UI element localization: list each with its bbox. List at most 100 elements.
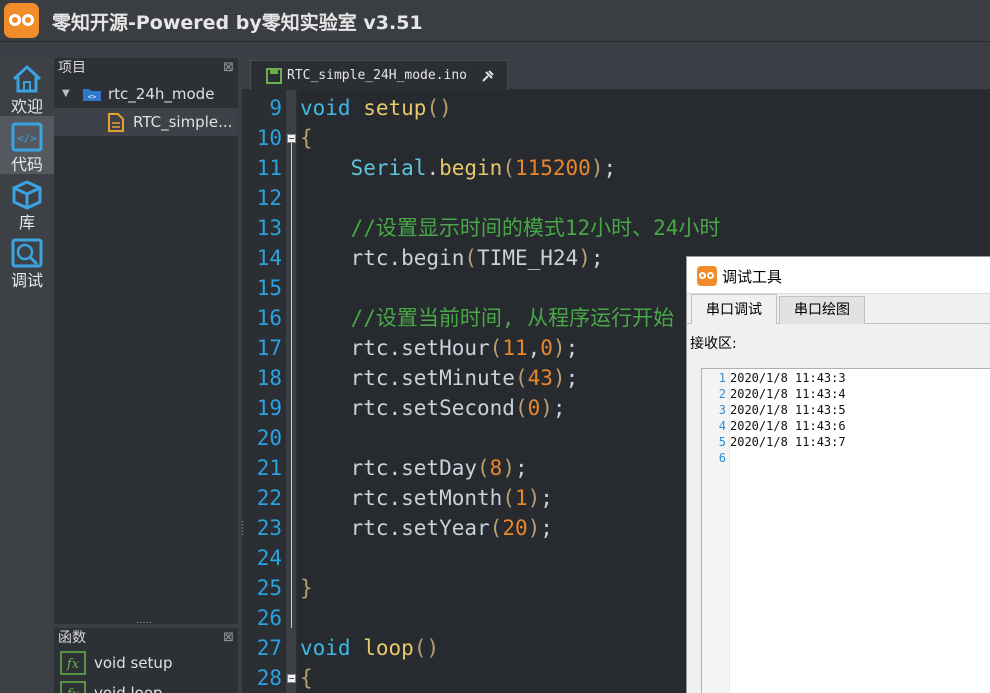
receive-line-text: 2020/1/8 11:43:3 — [730, 371, 846, 385]
code-text: rtc.setHour(11,0); — [350, 336, 579, 360]
line-number: 10 — [256, 126, 282, 150]
code-text: void setup() — [300, 96, 452, 120]
receive-line-text: 2020/1/8 11:43:7 — [730, 435, 846, 449]
window-title: 零知开源-Powered by零知实验室 v3.51 — [52, 12, 423, 34]
function-panel-header: 函数 ⊠ — [54, 628, 238, 648]
code-text: //设置显示时间的模式12小时、24小时 — [350, 216, 721, 240]
expand-arrow-icon[interactable]: ▼ — [62, 80, 70, 108]
function-panel-title: 函数 — [58, 630, 86, 646]
activity-debug[interactable]: 调试 — [0, 232, 54, 290]
receive-line-number: 1 — [718, 371, 726, 385]
tab-serial-plot[interactable]: 串口绘图 — [779, 296, 865, 324]
receive-area-label: 接收区: — [690, 336, 737, 352]
receive-line-text: 2020/1/8 11:43:4 — [730, 387, 846, 401]
line-number: 11 — [256, 156, 282, 180]
svg-text:fx: fx — [66, 657, 80, 672]
debug-logo-icon — [697, 266, 717, 286]
receive-line-number: 4 — [718, 419, 726, 433]
receive-line-number: 3 — [718, 403, 726, 417]
activity-code[interactable]: </> 代码 — [0, 116, 54, 174]
project-panel-close-icon[interactable]: ⊠ — [223, 58, 234, 78]
line-number: 9 — [269, 96, 282, 120]
function-panel-close-icon[interactable]: ⊠ — [223, 628, 234, 648]
receive-line-text: 2020/1/8 11:43:6 — [730, 419, 846, 433]
function-item-setup[interactable]: fx void setup — [54, 648, 238, 678]
debug-icon — [11, 238, 43, 268]
project-panel-header: 项目 ⊠ — [54, 58, 238, 78]
line-number: 21 — [256, 456, 282, 480]
project-panel-title: 项目 — [58, 60, 86, 76]
code-text: rtc.begin(TIME_H24); — [350, 246, 604, 270]
activity-debug-label: 调试 — [10, 271, 43, 290]
editor-splitter[interactable]: ····· — [236, 520, 247, 536]
line-number: 23 — [256, 516, 282, 540]
code-text: rtc.setSecond(0); — [350, 396, 566, 420]
activity-welcome-label: 欢迎 — [10, 97, 43, 116]
receive-line-text: 2020/1/8 11:43:5 — [730, 403, 846, 417]
activity-bar: 欢迎 </> 代码 库 调试 — [0, 58, 54, 693]
line-number: 26 — [256, 606, 282, 630]
debug-tool-window: 调试工具 串口调试 串口绘图 接收区: 1 2020/1/8 11:43:3 2 20… — [686, 256, 990, 693]
code-text: void loop() — [300, 636, 440, 660]
function-icon: fx — [60, 681, 86, 693]
code-text: Serial.begin(115200); — [350, 156, 617, 180]
line-number: 12 — [256, 186, 282, 210]
activity-welcome[interactable]: 欢迎 — [0, 58, 54, 116]
svg-text:fx: fx — [66, 687, 80, 693]
svg-text:</>: </> — [17, 132, 37, 145]
line-number: 18 — [256, 366, 282, 390]
tree-file-label: RTC_simple... — [133, 113, 233, 131]
line-number: 15 — [256, 276, 282, 300]
project-panel: 项目 ⊠ ▼ <> rtc_24h_mode RTC_simple... — [54, 58, 238, 624]
function-panel: 函数 ⊠ fx void setup fx void loop — [54, 628, 238, 693]
line-number: 19 — [256, 396, 282, 420]
activity-library-label: 库 — [18, 213, 35, 232]
activity-code-label: 代码 — [10, 155, 43, 174]
receive-line-number: 2 — [718, 387, 726, 401]
code-text: rtc.setMonth(1); — [350, 486, 553, 510]
line-number: 13 — [256, 216, 282, 240]
tree-file-row[interactable]: RTC_simple... — [54, 108, 238, 136]
tree-project-row[interactable]: ▼ <> rtc_24h_mode — [54, 80, 238, 108]
cube-icon — [12, 180, 42, 210]
app-logo-icon — [4, 3, 39, 38]
folder-code-icon: <> — [83, 89, 101, 101]
editor-tab-bar: RTC_simple_24H_mode.ino — [242, 58, 990, 90]
function-item-label: void setup — [94, 654, 173, 672]
activity-library[interactable]: 库 — [0, 174, 54, 232]
code-text: } — [300, 576, 313, 600]
code-icon: </> — [11, 122, 43, 152]
function-icon: fx — [60, 651, 86, 675]
line-number: 14 — [256, 246, 282, 270]
pin-icon[interactable] — [481, 69, 495, 83]
receive-line-number: 6 — [718, 451, 726, 465]
code-text: rtc.setMinute(43); — [350, 366, 579, 390]
home-icon — [12, 64, 42, 93]
fold-toggle-icon[interactable]: − — [287, 134, 296, 143]
code-text: //设置当前时间, 从程序运行开始 — [350, 306, 675, 330]
line-number: 24 — [256, 546, 282, 570]
receive-area[interactable]: 1 2020/1/8 11:43:3 2 2020/1/8 11:43:4 3 2020/… — [701, 368, 990, 693]
line-number: 27 — [256, 636, 282, 660]
editor-tab[interactable]: RTC_simple_24H_mode.ino — [250, 60, 508, 90]
line-number: 17 — [256, 336, 282, 360]
function-item-label: void loop — [94, 684, 163, 693]
tree-project-label: rtc_24h_mode — [108, 85, 215, 103]
fold-range-line — [291, 140, 292, 628]
debug-window-titlebar[interactable]: 调试工具 — [687, 257, 990, 294]
title-bar: 零知开源-Powered by零知实验室 v3.51 — [0, 0, 990, 42]
file-icon — [108, 113, 124, 132]
tab-serial-debug[interactable]: 串口调试 — [691, 294, 777, 324]
line-number: 22 — [256, 486, 282, 510]
code-text: { — [300, 126, 313, 150]
line-number: 28 — [256, 666, 282, 690]
svg-text:<>: <> — [88, 93, 96, 101]
debug-tabs: 串口调试 串口绘图 — [687, 294, 990, 324]
line-number: 16 — [256, 306, 282, 330]
code-text: rtc.setDay(8); — [350, 456, 528, 480]
line-number: 25 — [256, 576, 282, 600]
function-item-loop[interactable]: fx void loop — [54, 678, 238, 693]
fold-toggle-icon[interactable]: − — [287, 674, 296, 683]
save-file-icon — [266, 68, 282, 84]
debug-window-title: 调试工具 — [722, 268, 783, 286]
